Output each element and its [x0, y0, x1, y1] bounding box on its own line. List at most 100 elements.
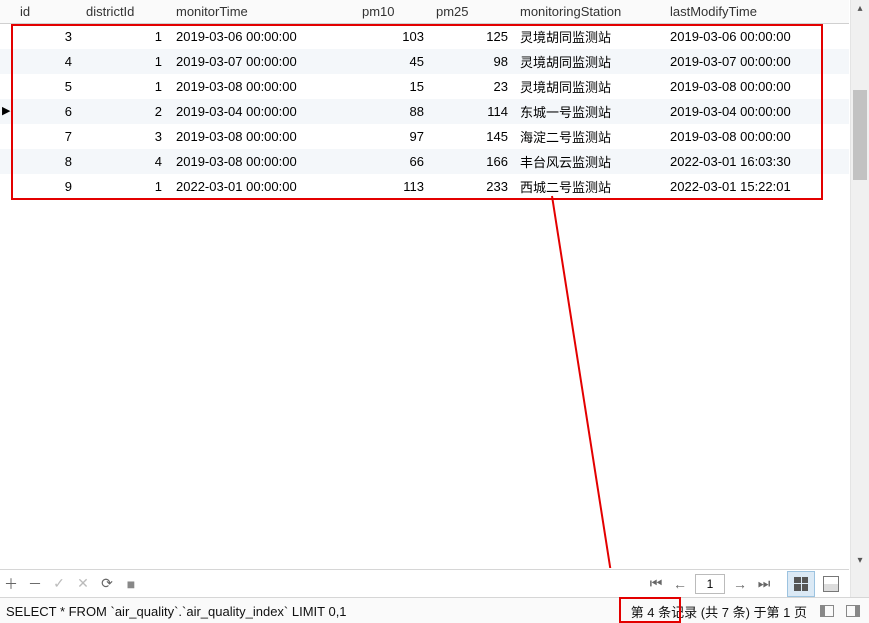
status-record-info: 第 4 条记录 (共 7 条) 于第 1 页 — [631, 602, 813, 621]
cell[interactable]: 灵境胡同监测站 — [514, 24, 664, 50]
col-header-lastModifyTime[interactable]: lastModifyTime — [664, 0, 849, 24]
scroll-up-icon[interactable]: ▴ — [851, 0, 869, 16]
grid-toolbar: ＋ － ✓ ✕ ⟳ ■ ⏮ ← → ⏭ — [0, 569, 849, 597]
cancel-button[interactable]: ✕ — [72, 574, 94, 594]
cell[interactable]: 2019-03-08 00:00:00 — [664, 74, 849, 99]
cell[interactable] — [0, 99, 14, 124]
cell[interactable] — [0, 124, 14, 149]
data-grid[interactable]: id districtId monitorTime pm10 pm25 moni… — [0, 0, 849, 199]
cell[interactable]: 2022-03-01 15:22:01 — [664, 174, 849, 199]
form-icon — [823, 576, 839, 592]
cell[interactable] — [0, 24, 14, 50]
cell[interactable] — [0, 149, 14, 174]
cell[interactable]: 88 — [356, 99, 430, 124]
form-view-button[interactable] — [817, 571, 845, 597]
data-grid-area: id districtId monitorTime pm10 pm25 moni… — [0, 0, 849, 568]
cell[interactable]: 2019-03-08 00:00:00 — [170, 74, 356, 99]
table-row[interactable]: 312019-03-06 00:00:00103125灵境胡同监测站2019-0… — [0, 24, 849, 50]
cell[interactable]: 2 — [80, 99, 170, 124]
scroll-down-icon[interactable]: ▾ — [851, 552, 869, 568]
cell[interactable]: 8 — [14, 149, 80, 174]
table-row[interactable]: 622019-03-04 00:00:0088114东城一号监测站2019-03… — [0, 99, 849, 124]
cell[interactable]: 1 — [80, 24, 170, 50]
cell[interactable]: 98 — [430, 49, 514, 74]
cell[interactable]: 4 — [80, 149, 170, 174]
table-row[interactable]: 732019-03-08 00:00:0097145海淀二号监测站2019-03… — [0, 124, 849, 149]
grid-icon — [794, 577, 808, 591]
table-row[interactable]: 412019-03-07 00:00:004598灵境胡同监测站2019-03-… — [0, 49, 849, 74]
cell[interactable]: 2022-03-01 00:00:00 — [170, 174, 356, 199]
cell[interactable]: 15 — [356, 74, 430, 99]
grid-view-button[interactable] — [787, 571, 815, 597]
prev-page-button[interactable]: ← — [669, 574, 691, 594]
add-record-button[interactable]: ＋ — [0, 574, 22, 594]
cell[interactable]: 西城二号监测站 — [514, 174, 664, 199]
cell[interactable]: 1 — [80, 74, 170, 99]
record-index: 第 4 条记录 — [631, 605, 697, 620]
next-page-button[interactable]: → — [729, 574, 751, 594]
cell[interactable]: 2019-03-06 00:00:00 — [170, 24, 356, 50]
col-header-monitoringStation[interactable]: monitoringStation — [514, 0, 664, 24]
cell[interactable]: 103 — [356, 24, 430, 50]
layout-mode-right-button[interactable] — [841, 600, 865, 622]
table-row[interactable]: 912022-03-01 00:00:00113233西城二号监测站2022-0… — [0, 174, 849, 199]
col-header-districtId[interactable]: districtId — [80, 0, 170, 24]
cell[interactable]: 2019-03-06 00:00:00 — [664, 24, 849, 50]
header-row: id districtId monitorTime pm10 pm25 moni… — [0, 0, 849, 24]
cell[interactable]: 东城一号监测站 — [514, 99, 664, 124]
cell[interactable]: 3 — [80, 124, 170, 149]
cell[interactable]: 7 — [14, 124, 80, 149]
scroll-thumb[interactable] — [853, 90, 867, 180]
cell[interactable]: 2022-03-01 16:03:30 — [664, 149, 849, 174]
cell[interactable]: 2019-03-07 00:00:00 — [664, 49, 849, 74]
cell[interactable]: 45 — [356, 49, 430, 74]
cell[interactable]: 66 — [356, 149, 430, 174]
cell[interactable] — [0, 49, 14, 74]
cell[interactable]: 丰台风云监测站 — [514, 149, 664, 174]
cell[interactable] — [0, 74, 14, 99]
layout-mode-left-button[interactable] — [815, 600, 839, 622]
cell[interactable]: 9 — [14, 174, 80, 199]
col-header-id[interactable]: id — [14, 0, 80, 24]
page-number-input[interactable] — [695, 574, 725, 594]
col-header-pm25[interactable]: pm25 — [430, 0, 514, 24]
apply-button[interactable]: ✓ — [48, 574, 70, 594]
col-header-pm10[interactable]: pm10 — [356, 0, 430, 24]
cell[interactable]: 1 — [80, 49, 170, 74]
cell[interactable]: 166 — [430, 149, 514, 174]
cell[interactable]: 145 — [430, 124, 514, 149]
cell[interactable]: 1 — [80, 174, 170, 199]
gutter-header — [0, 0, 14, 24]
first-page-button[interactable]: ⏮ — [645, 574, 667, 594]
cell[interactable]: 3 — [14, 24, 80, 50]
cell[interactable]: 125 — [430, 24, 514, 50]
cell[interactable]: 灵境胡同监测站 — [514, 74, 664, 99]
cell[interactable]: 2019-03-07 00:00:00 — [170, 49, 356, 74]
table-row[interactable]: 512019-03-08 00:00:001523灵境胡同监测站2019-03-… — [0, 74, 849, 99]
cell[interactable]: 6 — [14, 99, 80, 124]
cell[interactable]: 灵境胡同监测站 — [514, 49, 664, 74]
cell[interactable]: 2019-03-04 00:00:00 — [664, 99, 849, 124]
cell[interactable]: 海淀二号监测站 — [514, 124, 664, 149]
cell[interactable]: 5 — [14, 74, 80, 99]
cell[interactable]: 114 — [430, 99, 514, 124]
cell[interactable] — [0, 174, 14, 199]
cell[interactable]: 2019-03-04 00:00:00 — [170, 99, 356, 124]
cell[interactable]: 2019-03-08 00:00:00 — [170, 124, 356, 149]
last-page-button[interactable]: ⏭ — [753, 574, 775, 594]
stop-button[interactable]: ■ — [120, 574, 142, 594]
delete-record-button[interactable]: － — [24, 574, 46, 594]
status-sql-text: SELECT * FROM `air_quality`.`air_quality… — [0, 604, 347, 619]
table-row[interactable]: 842019-03-08 00:00:0066166丰台风云监测站2022-03… — [0, 149, 849, 174]
cell[interactable]: 23 — [430, 74, 514, 99]
refresh-button[interactable]: ⟳ — [96, 574, 118, 594]
vertical-scrollbar[interactable]: ▴ ▾ — [850, 0, 869, 568]
cell[interactable]: 97 — [356, 124, 430, 149]
cell[interactable]: 113 — [356, 174, 430, 199]
cell[interactable]: 233 — [430, 174, 514, 199]
layout-left-icon — [820, 605, 834, 617]
cell[interactable]: 2019-03-08 00:00:00 — [664, 124, 849, 149]
col-header-monitorTime[interactable]: monitorTime — [170, 0, 356, 24]
cell[interactable]: 4 — [14, 49, 80, 74]
cell[interactable]: 2019-03-08 00:00:00 — [170, 149, 356, 174]
